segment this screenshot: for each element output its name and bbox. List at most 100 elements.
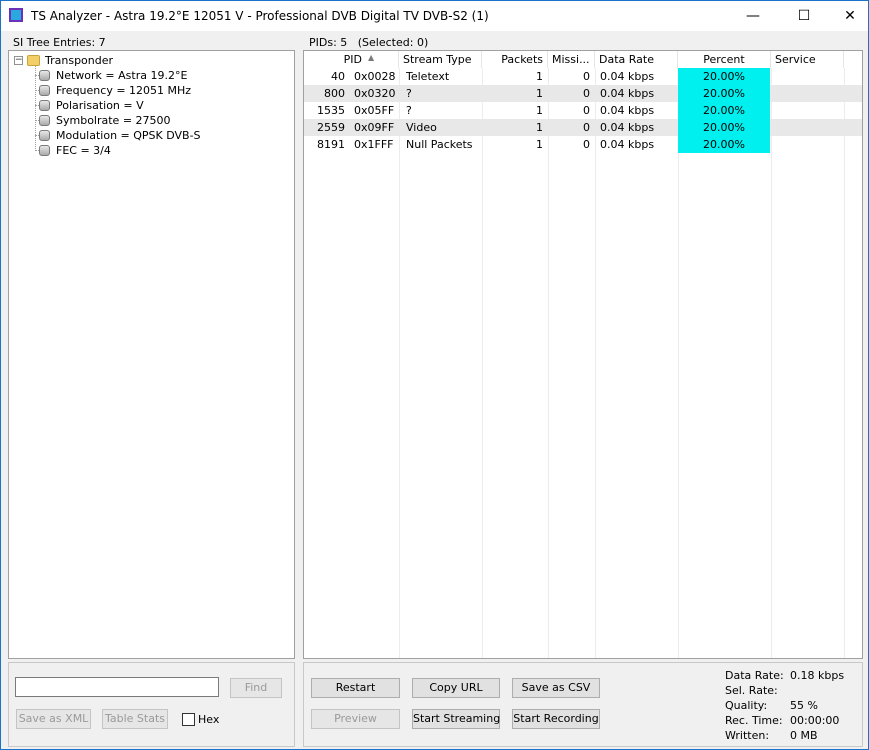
pid-list-view[interactable]: PID ▲ Stream Type Packets Missi... Data … [303, 50, 863, 659]
column-header-packets[interactable]: Packets [482, 51, 548, 68]
missing-cell: 0 [583, 104, 590, 117]
leaf-icon [39, 115, 50, 126]
leaf-icon [39, 70, 50, 81]
minimize-button[interactable]: — [730, 1, 776, 31]
missing-cell: 0 [583, 87, 590, 100]
pid-hex-cell: 0x1FFF [354, 138, 394, 151]
stream-type-cell: Null Packets [406, 138, 473, 151]
percent-cell: 20.00% [678, 102, 770, 119]
table-stats-button[interactable]: Table Stats [102, 709, 168, 729]
column-header-data-rate[interactable]: Data Rate [595, 51, 678, 68]
packets-cell: 1 [536, 87, 543, 100]
stream-type-cell: Teletext [406, 70, 450, 83]
copy-url-button[interactable]: Copy URL [412, 678, 500, 698]
quality-label: Quality: [725, 699, 768, 712]
table-row[interactable]: 40 0x0028 Teletext 1 0 0.04 kbps 20.00% [304, 68, 862, 85]
stream-type-cell: Video [406, 121, 437, 134]
packets-cell: 1 [536, 138, 543, 151]
hex-checkbox[interactable] [182, 713, 195, 726]
app-icon [9, 8, 23, 22]
rec-time-label: Rec. Time: [725, 714, 783, 727]
si-tree-label: SI Tree Entries: 7 [13, 36, 106, 49]
pid-cell: 8191 [317, 138, 345, 151]
data-rate-cell: 0.04 kbps [600, 138, 655, 151]
pids-label: PIDs: 5 (Selected: 0) [309, 36, 429, 49]
table-row[interactable]: 2559 0x09FF Video 1 0 0.04 kbps 20.00% [304, 119, 862, 136]
leaf-icon [39, 85, 50, 96]
table-row[interactable]: 1535 0x05FF ? 1 0 0.04 kbps 20.00% [304, 102, 862, 119]
tree-node-label: Symbolrate = 27500 [56, 114, 171, 127]
pid-hex-cell: 0x09FF [354, 121, 395, 134]
column-header-stream-type[interactable]: Stream Type [399, 51, 482, 68]
tree-node-label: FEC = 3/4 [56, 144, 111, 157]
tree-node-frequency[interactable]: Frequency = 12051 MHz [9, 83, 289, 98]
restart-button[interactable]: Restart [311, 678, 400, 698]
leaf-icon [39, 145, 50, 156]
rec-time-value: 00:00:00 [790, 714, 840, 727]
si-tree-view[interactable]: − Transponder Network = Astra 19.2°E Fre… [8, 50, 295, 659]
data-rate-cell: 0.04 kbps [600, 87, 655, 100]
quality-value: 55 % [790, 699, 818, 712]
pid-cell: 2559 [317, 121, 345, 134]
leaf-icon [39, 100, 50, 111]
start-streaming-button[interactable]: Start Streaming [412, 709, 500, 729]
leaf-icon [39, 130, 50, 141]
written-label: Written: [725, 729, 770, 742]
missing-cell: 0 [583, 138, 590, 151]
column-header-pid[interactable]: PID [304, 51, 399, 68]
app-window: TS Analyzer - Astra 19.2°E 12051 V - Pro… [0, 0, 869, 750]
tree-node-modulation[interactable]: Modulation = QPSK DVB-S [9, 128, 289, 143]
pid-cell: 800 [324, 87, 345, 100]
search-input[interactable] [15, 677, 219, 697]
column-header-service[interactable]: Service [771, 51, 844, 68]
table-row[interactable]: 800 0x0320 ? 1 0 0.04 kbps 20.00% [304, 85, 862, 102]
table-row[interactable]: 8191 0x1FFF Null Packets 1 0 0.04 kbps 2… [304, 136, 862, 153]
packets-cell: 1 [536, 121, 543, 134]
packets-cell: 1 [536, 104, 543, 117]
pid-hex-cell: 0x05FF [354, 104, 395, 117]
pid-hex-cell: 0x0028 [354, 70, 396, 83]
tree-node-label: Network = Astra 19.2°E [56, 69, 188, 82]
percent-cell: 20.00% [678, 85, 770, 102]
folder-icon [27, 55, 40, 66]
service-cell [776, 102, 844, 119]
packets-cell: 1 [536, 70, 543, 83]
tree-node-label: Modulation = QPSK DVB-S [56, 129, 201, 142]
service-cell [776, 119, 844, 136]
data-rate-cell: 0.04 kbps [600, 104, 655, 117]
service-cell [776, 68, 844, 85]
missing-cell: 0 [583, 70, 590, 83]
stream-type-cell: ? [406, 87, 412, 100]
tree-node-fec[interactable]: FEC = 3/4 [9, 143, 289, 158]
tree-node-symbolrate[interactable]: Symbolrate = 27500 [9, 113, 289, 128]
close-button[interactable]: ✕ [827, 1, 869, 31]
tree-node-network[interactable]: Network = Astra 19.2°E [9, 68, 289, 83]
data-rate-label: Data Rate: [725, 669, 784, 682]
written-value: 0 MB [790, 729, 818, 742]
missing-cell: 0 [583, 121, 590, 134]
tree-node-polarisation[interactable]: Polarisation = V [9, 98, 289, 113]
percent-cell: 20.00% [678, 68, 770, 85]
collapse-icon[interactable]: − [14, 56, 23, 65]
sel-rate-label: Sel. Rate: [725, 684, 778, 697]
title-bar: TS Analyzer - Astra 19.2°E 12051 V - Pro… [1, 1, 868, 31]
service-cell [776, 136, 844, 153]
maximize-button[interactable]: ☐ [781, 1, 827, 31]
tree-node-label: Frequency = 12051 MHz [56, 84, 192, 97]
data-rate-cell: 0.04 kbps [600, 70, 655, 83]
service-cell [776, 85, 844, 102]
column-header-missing[interactable]: Missi... [548, 51, 595, 68]
start-recording-button[interactable]: Start Recording [512, 709, 600, 729]
tree-node-transponder[interactable]: − Transponder [9, 53, 289, 68]
left-control-group [8, 662, 295, 747]
preview-button[interactable]: Preview [311, 709, 400, 729]
tree-node-label: Polarisation = V [56, 99, 144, 112]
column-header-percent[interactable]: Percent [678, 51, 771, 68]
window-title: TS Analyzer - Astra 19.2°E 12051 V - Pro… [31, 9, 489, 23]
column-header-label: PID [343, 53, 362, 66]
find-button[interactable]: Find [230, 678, 282, 698]
save-as-csv-button[interactable]: Save as CSV [512, 678, 600, 698]
save-as-xml-button[interactable]: Save as XML [16, 709, 91, 729]
percent-cell: 20.00% [678, 136, 770, 153]
hex-label: Hex [198, 713, 220, 726]
